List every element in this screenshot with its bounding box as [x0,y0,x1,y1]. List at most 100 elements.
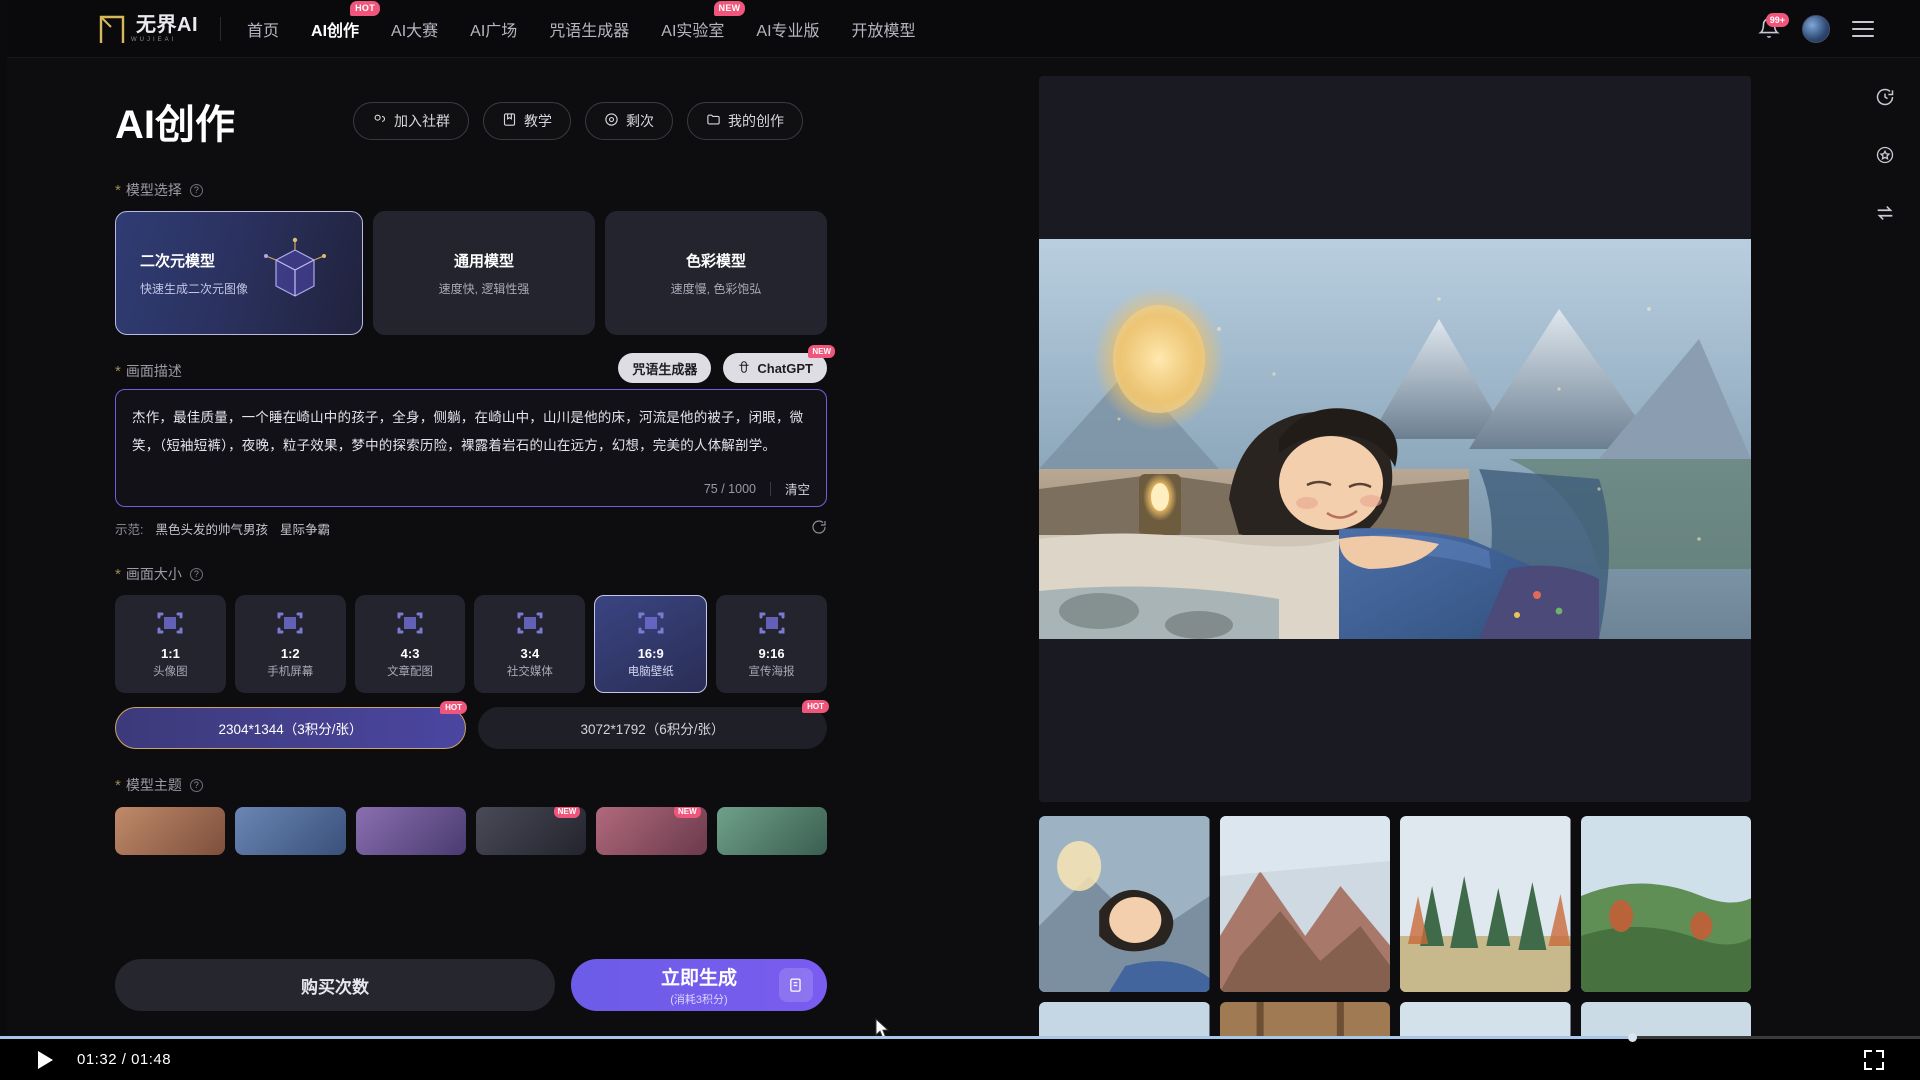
thumbnail-7[interactable] [1581,1002,1752,1036]
thumbnail-2[interactable] [1400,816,1571,992]
logo-mark-icon [97,13,131,45]
size-card-4-3[interactable]: 4:3文章配图 [355,595,466,693]
prompt-tool-label: ChatGPT [757,361,813,376]
aspect-frame-icon [757,610,787,636]
info-icon[interactable]: ? [190,184,203,197]
main-preview-card[interactable] [1039,76,1751,802]
model-card-0[interactable]: 二次元模型快速生成二次元图像 [115,211,363,335]
prompt-tools: 咒语生成器 ChatGPTNEW [618,353,827,383]
size-ratio-label: 16:9 [638,646,664,661]
theme-tile-5[interactable] [717,807,827,855]
resolution-button-1[interactable]: 3072*1792（6积分/张）HOT [478,707,827,749]
menu-button[interactable] [1852,16,1874,42]
model-card-1[interactable]: 通用模型速度快, 逻辑性强 [373,211,595,335]
size-card-1-1[interactable]: 1:1头像图 [115,595,226,693]
header-action-label: 剩次 [626,111,654,131]
thumbnail-3[interactable] [1581,816,1752,992]
prompt-tool-0[interactable]: 咒语生成器 [618,353,711,383]
theme-tile-3[interactable]: NEW [476,807,586,855]
size-card-9-16[interactable]: 9:16宣传海报 [716,595,827,693]
thumbnail-5[interactable] [1220,1002,1391,1036]
nav-item-label: AI专业版 [756,23,819,40]
size-name-label: 电脑壁纸 [628,663,674,679]
info-icon[interactable]: ? [190,779,203,792]
model-card-row: 二次元模型快速生成二次元图像通用模型速度快, 逻辑性强色彩模型速度慢, 色彩饱弘 [115,211,827,335]
header-action-1[interactable]: 教学 [483,102,571,140]
model-section: * 模型选择 ? 二次元模型快速生成二次元图像通用模型速度快, 逻辑性强色彩模型… [7,180,1027,335]
prompt-tool-1[interactable]: ChatGPTNEW [723,353,827,383]
thumbnail-1[interactable] [1220,816,1391,992]
theme-tile-1[interactable] [235,807,345,855]
page-title: AI创作 [115,92,235,150]
size-option-row: 1:1头像图1:2手机屏幕4:3文章配图3:4社交媒体 16:9 电脑壁纸 9:16宣… [115,595,827,693]
wujie-ai-app: 无界AI WUJIEAI 首页AI创作HOTAI大赛AI广场咒语生成器AI实验室… [7,0,1920,1036]
prompt-input-box[interactable]: 杰作，最佳质量，一个睡在崎山中的孩子，全身，侧躺，在崎山中，山川是他的床，河流是… [115,389,827,507]
nav-right-group: 99+ [1758,15,1874,43]
resolution-button-0[interactable]: 2304*1344（3积分/张）HOT [115,707,466,749]
header-action-0[interactable]: 加入社群 [353,102,469,140]
user-avatar[interactable] [1802,15,1830,43]
nav-item-label: AI广场 [470,23,517,40]
generated-image-main[interactable] [1039,239,1751,639]
example-item-0[interactable]: 黑色头发的帅气男孩 [155,519,268,538]
nav-item-0[interactable]: 首页 [243,11,283,47]
nav-item-1[interactable]: AI创作HOT [307,11,363,47]
size-label-text: 画面大小 [126,564,182,584]
thumbnail-6[interactable] [1400,1002,1571,1036]
size-ratio-label: 4:3 [401,646,420,661]
nav-item-label: AI大赛 [391,23,438,40]
resolution-row: 2304*1344（3积分/张）HOT 3072*1792（6积分/张）HOT [115,707,827,749]
preview-panel [1039,76,1751,1036]
header-action-3[interactable]: 我的创作 [687,102,803,140]
nav-item-2[interactable]: AI大赛 [387,11,442,47]
aspect-frame-icon [155,610,185,636]
prompt-text[interactable]: 杰作，最佳质量，一个睡在崎山中的孩子，全身，侧躺，在崎山中，山川是他的床，河流是… [132,404,810,459]
nav-item-badge: HOT [350,1,380,16]
nav-item-6[interactable]: AI专业版 [752,11,823,47]
prompt-tool-label: 咒语生成器 [632,359,697,378]
history-icon[interactable] [1868,80,1902,114]
header-actions: 加入社群教学 剩次 我的创作 [353,102,803,140]
brand-logo[interactable]: 无界AI WUJIEAI [97,13,198,45]
size-card-16-9[interactable]: 16:9 电脑壁纸 [594,595,707,693]
book-icon [502,112,517,130]
thumbnail-0[interactable] [1039,816,1210,992]
refresh-examples-icon[interactable] [811,519,827,538]
nav-item-7[interactable]: 开放模型 [848,11,920,47]
model-card-2[interactable]: 色彩模型速度慢, 色彩饱弘 [605,211,827,335]
favorite-icon[interactable] [1868,138,1902,172]
play-icon[interactable] [38,1051,53,1069]
theme-tile-0[interactable] [115,807,225,855]
generate-options-icon[interactable] [779,968,813,1002]
size-card-1-2[interactable]: 1:2手机屏幕 [235,595,346,693]
nav-item-3[interactable]: AI广场 [466,11,521,47]
example-item-1[interactable]: 星际争霸 [280,519,330,538]
notifications-button[interactable]: 99+ [1758,17,1780,41]
community-icon [372,112,387,130]
footer-divider [770,482,771,496]
header-action-2[interactable]: 剩次 [585,102,673,140]
total-time: 01:48 [131,1051,171,1068]
size-section: * 画面大小 ? 1:1头像图1:2手机屏幕4:3文章配图3:4社交媒体16:9… [7,564,1027,749]
buy-credits-button[interactable]: 购买次数 [115,959,555,1011]
nav-item-5[interactable]: AI实验室NEW [657,11,728,47]
size-card-3-4[interactable]: 3:4社交媒体 [474,595,585,693]
theme-label-text: 模型主题 [126,775,182,795]
theme-tile-2[interactable] [356,807,466,855]
generate-button[interactable]: 立即生成 (消耗3积分) [571,959,827,1011]
size-name-label: 社交媒体 [507,663,553,679]
thumbnail-4[interactable] [1039,1002,1210,1036]
required-marker: * [115,364,121,379]
clear-prompt-button[interactable]: 清空 [785,479,810,498]
theme-tile-4[interactable]: NEW [596,807,706,855]
nav-item-label: AI创作 [311,23,359,40]
size-section-label: * 画面大小 ? [115,564,827,584]
model-label-text: 模型选择 [126,180,182,200]
fullscreen-icon[interactable] [1864,1050,1884,1070]
info-icon[interactable]: ? [190,568,203,581]
current-time: 01:32 [77,1051,117,1068]
top-navigation-bar: 无界AI WUJIEAI 首页AI创作HOTAI大赛AI广场咒语生成器AI实验室… [7,0,1920,58]
nav-item-4[interactable]: 咒语生成器 [545,11,633,47]
compare-icon[interactable] [1868,196,1902,230]
chatgpt-icon [737,360,751,377]
